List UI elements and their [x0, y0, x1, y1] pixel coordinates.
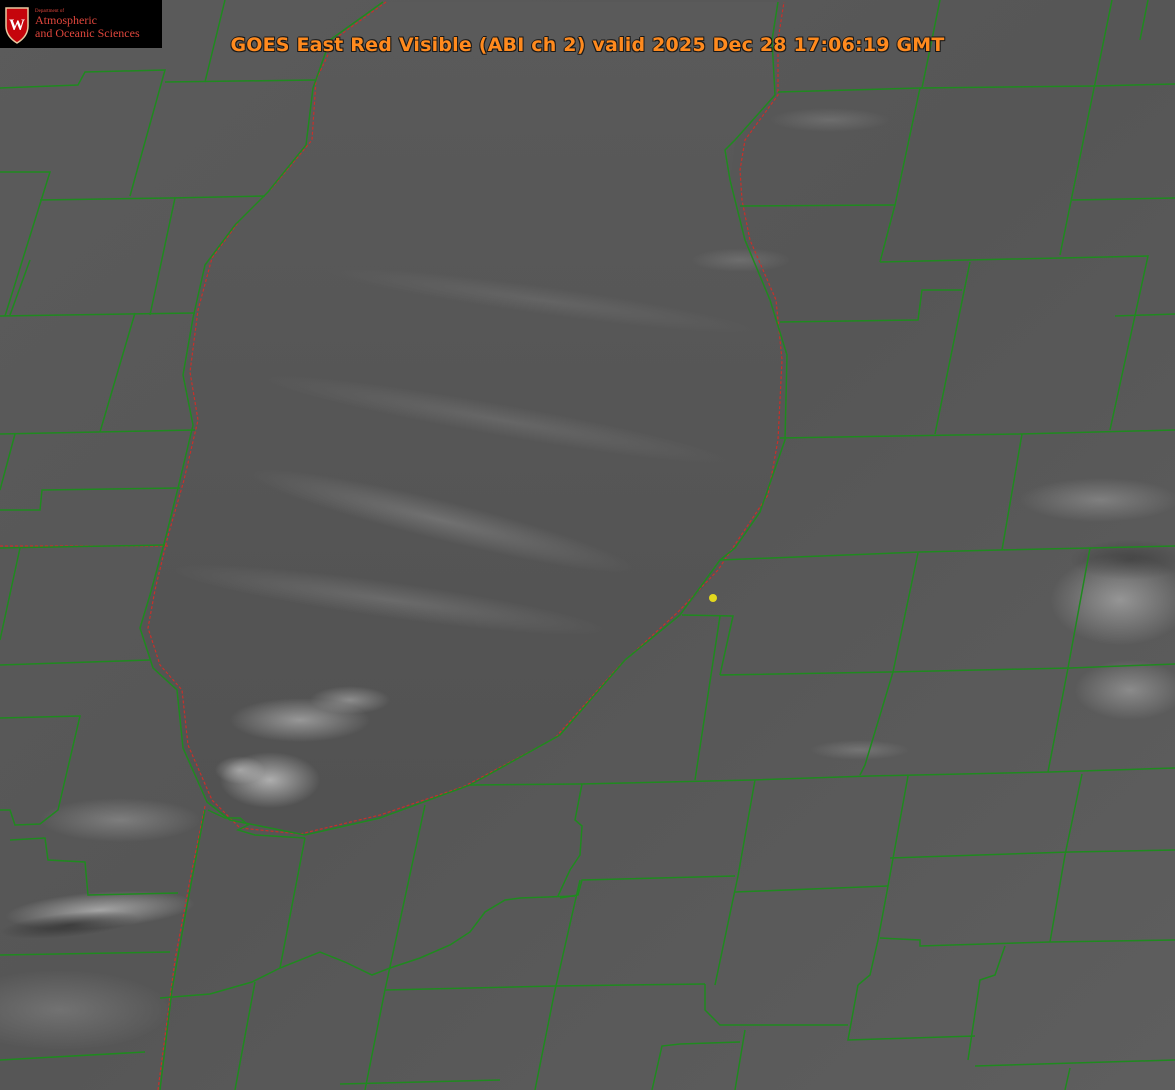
image-title: GOES East Red Visible (ABI ch 2) valid 2… — [0, 34, 1175, 56]
image-title-text: GOES East Red Visible (ABI ch 2) valid 2… — [230, 34, 945, 56]
map-canvas[interactable] — [0, 0, 1175, 1090]
crest-letter: W — [9, 17, 25, 34]
logo-line-1: Atmospheric — [35, 13, 97, 28]
satellite-map[interactable]: W Department of Atmospheric and Oceanic … — [0, 0, 1175, 1090]
location-dot-icon[interactable] — [709, 594, 717, 602]
